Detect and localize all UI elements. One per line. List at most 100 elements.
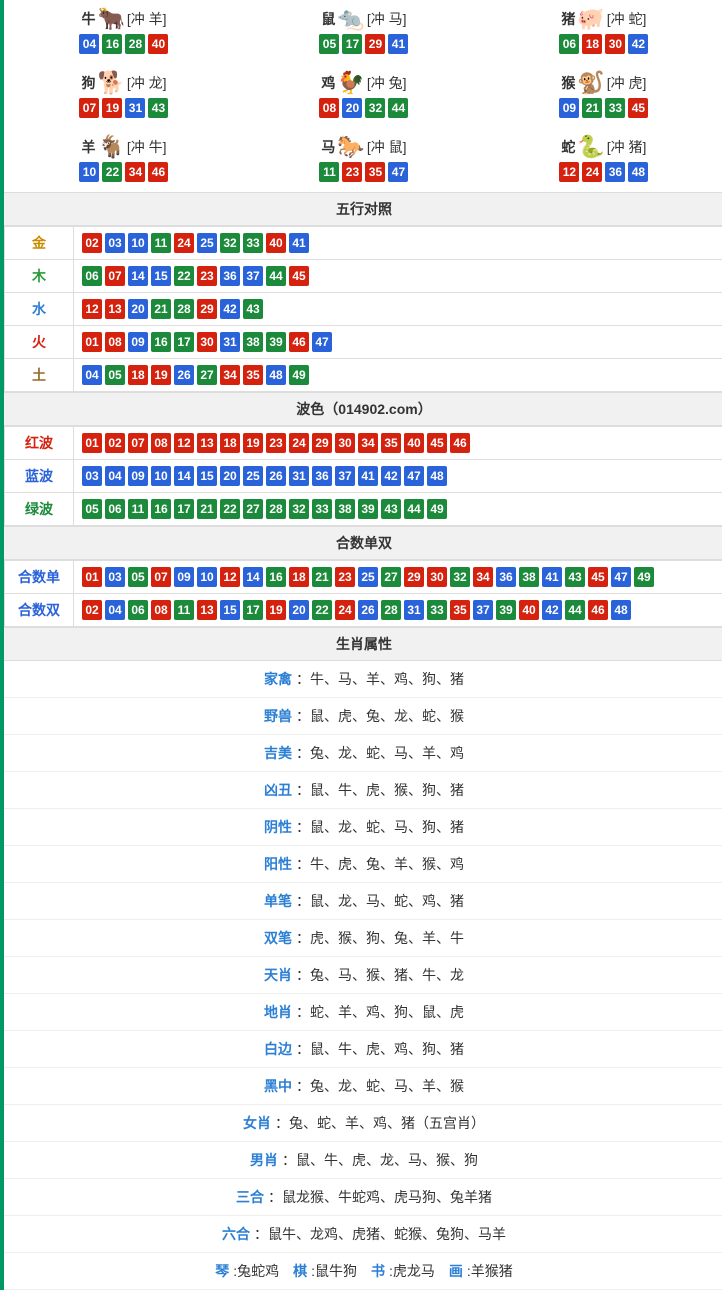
number-ball: 36	[312, 466, 332, 486]
number-ball: 24	[289, 433, 309, 453]
zodiac-chong: [冲 蛇]	[607, 9, 647, 29]
zodiac-name: 羊	[81, 137, 95, 157]
number-ball: 47	[611, 567, 631, 587]
number-ball: 16	[151, 499, 171, 519]
number-ball: 27	[243, 499, 263, 519]
number-ball: 06	[559, 34, 579, 54]
attr-key: 吉美	[264, 745, 292, 761]
number-ball: 28	[266, 499, 286, 519]
number-ball: 16	[102, 34, 122, 54]
row-numbers: 0103050709101214161821232527293032343638…	[74, 561, 722, 594]
attr-key: 单笔	[264, 893, 292, 909]
attr-key: 野兽	[264, 708, 292, 724]
number-ball: 22	[102, 162, 122, 182]
number-ball: 44	[266, 266, 286, 286]
number-ball: 12	[174, 433, 194, 453]
zodiac-cell: 牛🐂[冲 羊]04162840	[4, 0, 244, 64]
attr-row: 阳性：牛、虎、兔、羊、猴、鸡	[4, 846, 722, 883]
row-label: 合数单	[5, 561, 74, 594]
zodiac-numbers: 12243648	[559, 162, 648, 182]
number-ball: 12	[82, 299, 102, 319]
number-ball: 13	[197, 600, 217, 620]
number-ball: 09	[128, 332, 148, 352]
number-ball: 42	[628, 34, 648, 54]
number-ball: 49	[634, 567, 654, 587]
number-ball: 35	[381, 433, 401, 453]
number-ball: 23	[342, 162, 362, 182]
number-ball: 02	[82, 233, 102, 253]
footer-value: :虎龙马	[389, 1263, 449, 1279]
number-ball: 41	[358, 466, 378, 486]
attr-key: 阴性	[264, 819, 292, 835]
number-ball: 36	[496, 567, 516, 587]
attr-value: ：兔、蛇、羊、鸡、猪（五宫肖）	[275, 1115, 485, 1131]
number-ball: 09	[559, 98, 579, 118]
zodiac-cell: 蛇🐍[冲 猪]12243648	[484, 128, 722, 192]
number-ball: 31	[125, 98, 145, 118]
number-ball: 10	[151, 466, 171, 486]
number-ball: 43	[381, 499, 401, 519]
number-ball: 28	[125, 34, 145, 54]
number-ball: 07	[79, 98, 99, 118]
number-ball: 41	[388, 34, 408, 54]
number-ball: 28	[174, 299, 194, 319]
number-ball: 33	[243, 233, 263, 253]
attr-value: ：鼠、龙、蛇、马、狗、猪	[296, 819, 464, 835]
number-ball: 13	[197, 433, 217, 453]
row-numbers: 0204060811131517192022242628313335373940…	[74, 594, 722, 627]
number-ball: 26	[358, 600, 378, 620]
number-ball: 48	[427, 466, 447, 486]
attr-row: 男肖：鼠、牛、虎、龙、马、猴、狗	[4, 1142, 722, 1179]
number-ball: 10	[128, 233, 148, 253]
zodiac-cell: 马🐎[冲 鼠]11233547	[244, 128, 484, 192]
number-ball: 44	[404, 499, 424, 519]
number-ball: 07	[151, 567, 171, 587]
number-ball: 26	[266, 466, 286, 486]
number-ball: 29	[197, 299, 217, 319]
attr-key: 三合	[236, 1189, 264, 1205]
row-label: 绿波	[5, 493, 74, 526]
number-ball: 18	[289, 567, 309, 587]
attrs-list: 家禽：牛、马、羊、鸡、狗、猪野兽：鼠、虎、兔、龙、蛇、猴吉美：兔、龙、蛇、马、羊…	[4, 661, 722, 1253]
row-numbers: 02031011242532334041	[74, 227, 722, 260]
zodiac-name: 牛	[81, 9, 95, 29]
table-row: 金02031011242532334041	[5, 227, 722, 260]
attr-value: ：虎、猴、狗、兔、羊、牛	[296, 930, 464, 946]
number-ball: 07	[128, 433, 148, 453]
row-numbers: 0102070812131819232429303435404546	[74, 427, 722, 460]
number-ball: 01	[82, 567, 102, 587]
zodiac-cell: 猪🐖[冲 蛇]06183042	[484, 0, 722, 64]
number-ball: 05	[319, 34, 339, 54]
number-ball: 21	[582, 98, 602, 118]
attr-row: 地肖：蛇、羊、鸡、狗、鼠、虎	[4, 994, 722, 1031]
row-label: 合数双	[5, 594, 74, 627]
number-ball: 02	[105, 433, 125, 453]
number-ball: 01	[82, 332, 102, 352]
zodiac-numbers: 08203244	[319, 98, 408, 118]
number-ball: 03	[82, 466, 102, 486]
footer-key: 画	[449, 1263, 463, 1279]
number-ball: 49	[427, 499, 447, 519]
number-ball: 24	[174, 233, 194, 253]
number-ball: 46	[148, 162, 168, 182]
zodiac-name: 鸡	[321, 73, 335, 93]
number-ball: 43	[243, 299, 263, 319]
attr-value: ：鼠、龙、马、蛇、鸡、猪	[296, 893, 464, 909]
number-ball: 30	[605, 34, 625, 54]
number-ball: 20	[342, 98, 362, 118]
zodiac-grid: 牛🐂[冲 羊]04162840鼠🐀[冲 马]05172941猪🐖[冲 蛇]061…	[4, 0, 722, 192]
number-ball: 05	[105, 365, 125, 385]
number-ball: 13	[105, 299, 125, 319]
number-ball: 17	[342, 34, 362, 54]
number-ball: 21	[151, 299, 171, 319]
number-ball: 44	[565, 600, 585, 620]
zodiac-name: 狗	[81, 73, 95, 93]
number-ball: 07	[105, 266, 125, 286]
number-ball: 34	[473, 567, 493, 587]
number-ball: 22	[220, 499, 240, 519]
number-ball: 46	[450, 433, 470, 453]
number-ball: 19	[243, 433, 263, 453]
zodiac-chong: [冲 虎]	[607, 73, 647, 93]
attr-key: 黑中	[264, 1078, 292, 1094]
number-ball: 38	[519, 567, 539, 587]
